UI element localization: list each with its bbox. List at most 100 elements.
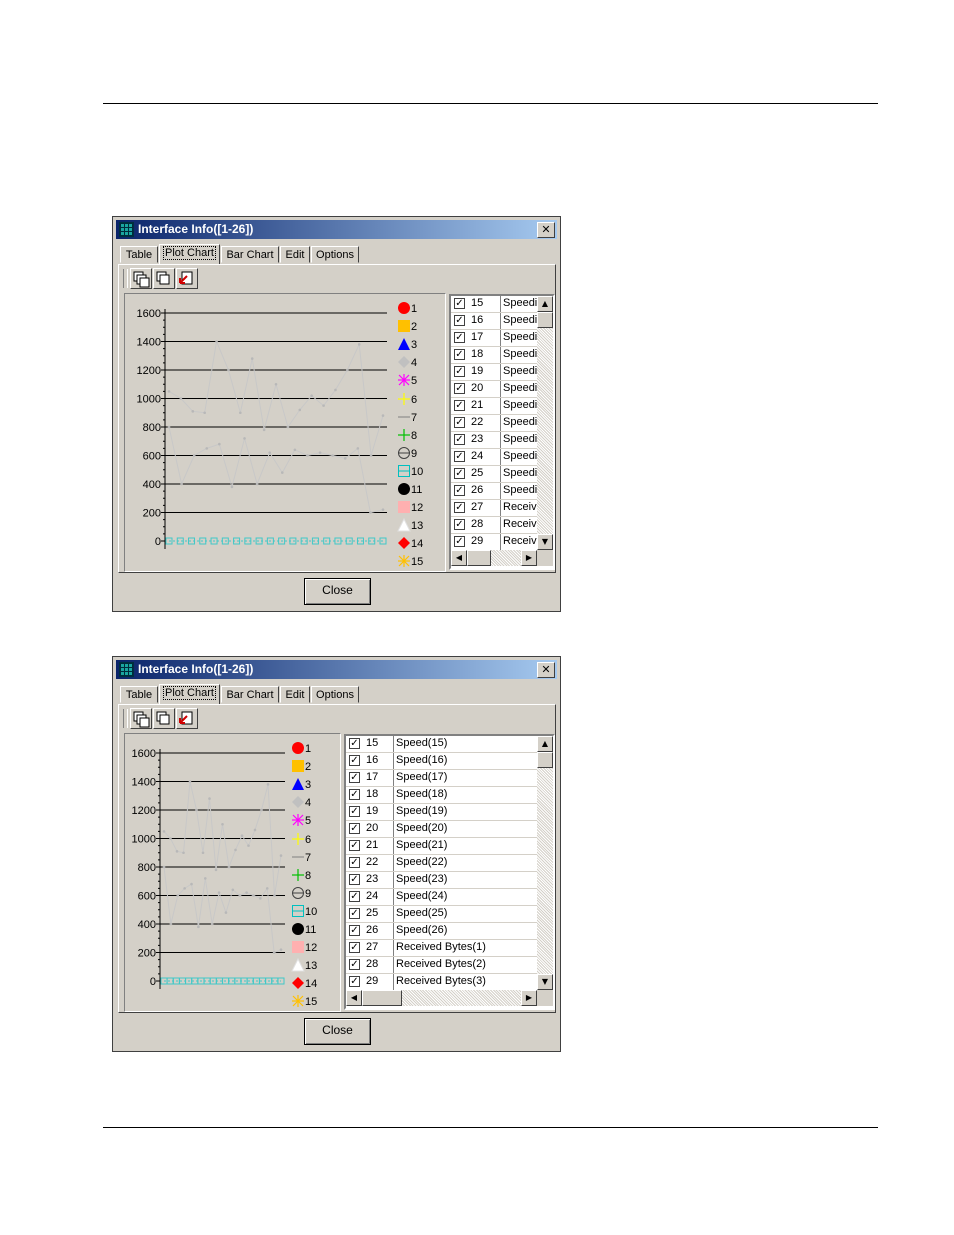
list-item[interactable]: ✓ 28 Receiv (451, 517, 537, 534)
list-item[interactable]: ✓ 19 Speedi (451, 364, 537, 381)
list-item[interactable]: ✓ 20 Speed(20) (346, 821, 537, 838)
vertical-scrollbar[interactable]: ▲ ▼ (537, 736, 553, 990)
tab-edit[interactable]: Edit (280, 246, 310, 263)
series-list[interactable]: ✓ 15 Speedi ✓ 16 Speedi ✓ 17 Speedi ✓ 18 Speedi ✓ 19 S… (449, 294, 555, 570)
series-checkbox[interactable]: ✓ (454, 315, 465, 326)
scroll-right-arrow-icon[interactable]: ▶ (521, 550, 537, 566)
tab-bar-chart[interactable]: Bar Chart (221, 246, 279, 263)
horizontal-scrollbar[interactable]: ◀ ▶ (451, 550, 537, 566)
close-window-button[interactable]: ✕ (537, 662, 555, 678)
list-item[interactable]: ✓ 17 Speedi (451, 330, 537, 347)
list-item[interactable]: ✓ 24 Speed(24) (346, 889, 537, 906)
close-window-button[interactable]: ✕ (537, 222, 555, 238)
series-checkbox[interactable]: ✓ (454, 332, 465, 343)
series-checkbox[interactable]: ✓ (349, 908, 360, 919)
horizontal-scroll-thumb[interactable] (362, 990, 402, 1006)
list-item[interactable]: ✓ 26 Speedi (451, 483, 537, 500)
series-checkbox[interactable]: ✓ (454, 366, 465, 377)
title-bar[interactable]: Interface Info([1-26]) ✕ (116, 660, 557, 679)
vertical-scroll-thumb[interactable] (537, 752, 553, 768)
stack-button[interactable] (153, 268, 175, 289)
series-checkbox[interactable]: ✓ (349, 942, 360, 953)
list-item[interactable]: ✓ 19 Speed(19) (346, 804, 537, 821)
series-checkbox[interactable]: ✓ (349, 925, 360, 936)
tab-edit[interactable]: Edit (280, 686, 310, 703)
tab-bar-chart[interactable]: Bar Chart (221, 686, 279, 703)
list-item[interactable]: ✓ 22 Speed(22) (346, 855, 537, 872)
list-item[interactable]: ✓ 15 Speed(15) (346, 736, 537, 753)
list-item[interactable]: ✓ 16 Speed(16) (346, 753, 537, 770)
series-checkbox[interactable]: ✓ (454, 434, 465, 445)
series-checkbox[interactable]: ✓ (349, 823, 360, 834)
series-checkbox[interactable]: ✓ (349, 959, 360, 970)
series-checkbox[interactable]: ✓ (454, 519, 465, 530)
series-checkbox[interactable]: ✓ (349, 976, 360, 987)
list-item[interactable]: ✓ 18 Speed(18) (346, 787, 537, 804)
tab-plot-chart[interactable]: Plot Chart (159, 244, 220, 264)
series-checkbox[interactable]: ✓ (349, 840, 360, 851)
list-item[interactable]: ✓ 27 Received Bytes(1) (346, 940, 537, 957)
vertical-scroll-thumb[interactable] (537, 312, 553, 328)
list-item[interactable]: ✓ 15 Speedi (451, 296, 537, 313)
list-item[interactable]: ✓ 29 Receiv (451, 534, 537, 551)
series-checkbox[interactable]: ✓ (349, 738, 360, 749)
list-item[interactable]: ✓ 20 Speedi (451, 381, 537, 398)
series-checkbox[interactable]: ✓ (454, 417, 465, 428)
series-checkbox[interactable]: ✓ (349, 789, 360, 800)
stack-all-button[interactable] (130, 708, 152, 729)
tab-options[interactable]: Options (311, 246, 359, 263)
scroll-down-arrow-icon[interactable]: ▼ (537, 974, 553, 990)
series-checkbox[interactable]: ✓ (454, 485, 465, 496)
list-item[interactable]: ✓ 24 Speedi (451, 449, 537, 466)
close-button[interactable]: Close (304, 578, 371, 605)
series-checkbox[interactable]: ✓ (454, 451, 465, 462)
stack-all-button[interactable] (130, 268, 152, 289)
export-button[interactable] (176, 268, 198, 289)
series-checkbox[interactable]: ✓ (454, 400, 465, 411)
series-checkbox[interactable]: ✓ (349, 874, 360, 885)
list-item[interactable]: ✓ 21 Speedi (451, 398, 537, 415)
list-item[interactable]: ✓ 25 Speedi (451, 466, 537, 483)
list-item[interactable]: ✓ 28 Received Bytes(2) (346, 957, 537, 974)
scroll-up-arrow-icon[interactable]: ▲ (537, 296, 553, 312)
series-checkbox[interactable]: ✓ (349, 857, 360, 868)
tab-table[interactable]: Table (120, 246, 158, 263)
list-item[interactable]: ✓ 23 Speedi (451, 432, 537, 449)
list-item[interactable]: ✓ 29 Received Bytes(3) (346, 974, 537, 991)
list-item[interactable]: ✓ 26 Speed(26) (346, 923, 537, 940)
tab-plot-chart[interactable]: Plot Chart (159, 684, 220, 704)
series-checkbox[interactable]: ✓ (349, 772, 360, 783)
series-list[interactable]: ✓ 15 Speed(15) ✓ 16 Speed(16) ✓ 17 Speed(17) ✓ 18 S… (344, 734, 555, 1010)
list-item[interactable]: ✓ 17 Speed(17) (346, 770, 537, 787)
series-checkbox[interactable]: ✓ (454, 468, 465, 479)
tab-table[interactable]: Table (120, 686, 158, 703)
list-item[interactable]: ✓ 16 Speedi (451, 313, 537, 330)
series-checkbox[interactable]: ✓ (454, 502, 465, 513)
close-button[interactable]: Close (304, 1018, 371, 1045)
tab-options[interactable]: Options (311, 686, 359, 703)
stack-button[interactable] (153, 708, 175, 729)
vertical-scrollbar[interactable]: ▲ ▼ (537, 296, 553, 550)
title-bar[interactable]: Interface Info([1-26]) ✕ (116, 220, 557, 239)
horizontal-scroll-thumb[interactable] (467, 550, 491, 566)
series-checkbox[interactable]: ✓ (454, 349, 465, 360)
export-button[interactable] (176, 708, 198, 729)
scroll-down-arrow-icon[interactable]: ▼ (537, 534, 553, 550)
list-item[interactable]: ✓ 21 Speed(21) (346, 838, 537, 855)
horizontal-scrollbar[interactable]: ◀ ▶ (346, 990, 537, 1006)
series-checkbox[interactable]: ✓ (349, 806, 360, 817)
scroll-left-arrow-icon[interactable]: ◀ (451, 550, 467, 566)
list-item[interactable]: ✓ 18 Speedi (451, 347, 537, 364)
series-checkbox[interactable]: ✓ (349, 755, 360, 766)
list-item[interactable]: ✓ 22 Speedi (451, 415, 537, 432)
list-item[interactable]: ✓ 23 Speed(23) (346, 872, 537, 889)
scroll-right-arrow-icon[interactable]: ▶ (521, 990, 537, 1006)
series-checkbox[interactable]: ✓ (454, 298, 465, 309)
scroll-up-arrow-icon[interactable]: ▲ (537, 736, 553, 752)
series-checkbox[interactable]: ✓ (349, 891, 360, 902)
series-checkbox[interactable]: ✓ (454, 536, 465, 547)
series-checkbox[interactable]: ✓ (454, 383, 465, 394)
scroll-left-arrow-icon[interactable]: ◀ (346, 990, 362, 1006)
list-item[interactable]: ✓ 25 Speed(25) (346, 906, 537, 923)
list-item[interactable]: ✓ 27 Receiv (451, 500, 537, 517)
